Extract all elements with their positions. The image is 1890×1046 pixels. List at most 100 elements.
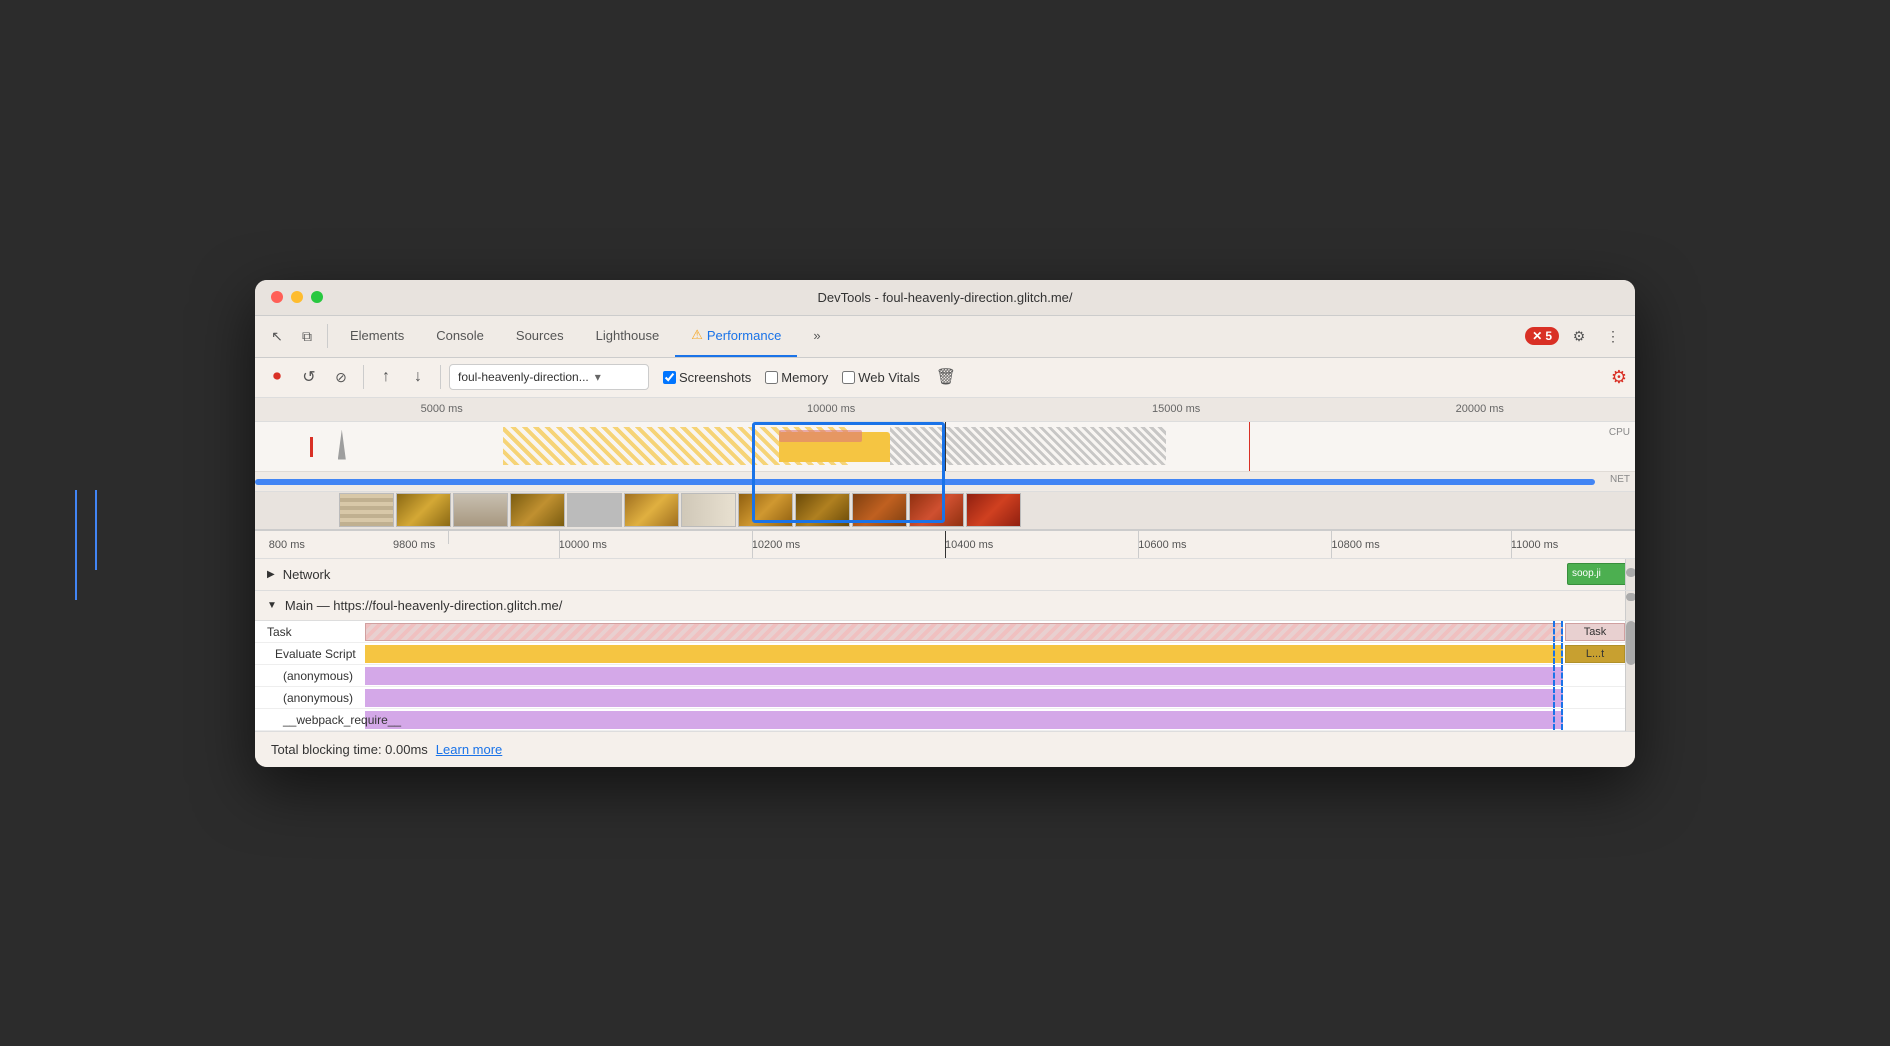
reload-record-button[interactable]: ↺ bbox=[295, 363, 323, 391]
network-bar-item: soop.ji bbox=[1567, 563, 1627, 585]
download-button[interactable]: ↓ bbox=[404, 363, 432, 391]
zoomed-ruler: 800 ms 9800 ms 10000 ms 10200 ms 10400 m… bbox=[255, 531, 1635, 559]
error-x-icon: ✕ bbox=[1532, 329, 1542, 343]
cpu-label: CPU bbox=[1609, 427, 1630, 438]
network-label: Network bbox=[283, 567, 331, 582]
cpu-hatch-2 bbox=[890, 427, 1166, 465]
web-vitals-label[interactable]: Web Vitals bbox=[858, 370, 920, 385]
webpack-label: __webpack_require__ bbox=[283, 713, 401, 727]
task-bar bbox=[365, 623, 1563, 641]
timeline-header: 5000 ms 10000 ms 15000 ms 20000 ms bbox=[255, 398, 1635, 422]
net-label: NET bbox=[1610, 474, 1630, 485]
main-section-label: Main — https://foul-heavenly-direction.g… bbox=[285, 598, 562, 613]
ruler-mark-10800: 10800 ms bbox=[1331, 539, 1379, 551]
web-vitals-checkbox[interactable] bbox=[842, 371, 855, 384]
screenshot-8 bbox=[738, 493, 793, 527]
cpu-track: CPU bbox=[255, 422, 1635, 472]
dashed-line-10 bbox=[1553, 709, 1555, 730]
anon1-bar bbox=[365, 667, 1563, 685]
toolbar-right: ✕ 5 ⚙ ⋮ bbox=[1525, 322, 1627, 350]
learn-more-link[interactable]: Learn more bbox=[436, 742, 502, 757]
tab-elements[interactable]: Elements bbox=[334, 316, 420, 357]
tab-more[interactable]: » bbox=[797, 316, 836, 357]
chevron-down-icon[interactable]: ▾ bbox=[595, 370, 601, 384]
ruler-mark-10200: 10200 ms bbox=[752, 539, 800, 551]
webpack-bar bbox=[365, 711, 1563, 729]
main-section-header[interactable]: ▼ Main — https://foul-heavenly-direction… bbox=[255, 591, 1635, 621]
expand-triangle-icon: ▼ bbox=[267, 600, 277, 611]
scrollbar-thumb-3[interactable] bbox=[1626, 621, 1635, 665]
ruler-mark-10600: 10600 ms bbox=[1138, 539, 1186, 551]
status-bar: Total blocking time: 0.00ms Learn more bbox=[255, 731, 1635, 767]
screenshot-5 bbox=[567, 493, 622, 527]
url-display: foul-heavenly-direction... ▾ bbox=[449, 364, 649, 390]
flame-row-anon2[interactable]: (anonymous) bbox=[255, 687, 1635, 709]
upload-button[interactable]: ↑ bbox=[372, 363, 400, 391]
screenshot-6 bbox=[624, 493, 679, 527]
tab-performance[interactable]: ⚠ Performance bbox=[675, 316, 797, 357]
devtools-window: DevTools - foul-heavenly-direction.glitc… bbox=[255, 280, 1635, 767]
screenshot-9 bbox=[795, 493, 850, 527]
ruler-mark-10400: 10400 ms bbox=[945, 539, 993, 551]
net-bar bbox=[255, 479, 1595, 485]
screenshots-checkbox[interactable] bbox=[663, 371, 676, 384]
screenshot-4 bbox=[510, 493, 565, 527]
more-options-icon[interactable]: ⋮ bbox=[1599, 322, 1627, 350]
screenshots-label[interactable]: Screenshots bbox=[679, 370, 751, 385]
screenshot-10 bbox=[852, 493, 907, 527]
time-mark-10000: 10000 ms bbox=[807, 403, 855, 415]
flame-row-evaluate[interactable]: Evaluate Script L...t bbox=[255, 643, 1635, 665]
record-button[interactable]: ⏺ bbox=[263, 363, 291, 391]
close-button[interactable] bbox=[271, 291, 283, 303]
network-section-header[interactable]: ▶ Network soop.ji bbox=[255, 559, 1635, 591]
dashed-line-3 bbox=[1561, 643, 1563, 664]
titlebar: DevTools - foul-heavenly-direction.glitc… bbox=[255, 280, 1635, 316]
flame-row-anon1[interactable]: (anonymous) bbox=[255, 665, 1635, 687]
warning-icon: ⚠ bbox=[691, 327, 703, 343]
screenshots-strip bbox=[255, 492, 1635, 530]
anon2-bar bbox=[365, 689, 1563, 707]
scrollbar-track-2 bbox=[1625, 591, 1635, 620]
trash-icon[interactable]: 🗑 bbox=[932, 363, 960, 391]
flame-row-task[interactable]: Task Task bbox=[255, 621, 1635, 643]
memory-checkbox[interactable] bbox=[765, 371, 778, 384]
ruler-mark-800: 800 ms bbox=[269, 539, 305, 551]
inspect-icon[interactable]: ⧉ bbox=[293, 322, 321, 350]
scrollbar-thumb-1[interactable] bbox=[1626, 568, 1635, 577]
tab-lighthouse[interactable]: Lighthouse bbox=[580, 316, 676, 357]
cursor-icon[interactable]: ↖ bbox=[263, 322, 291, 350]
memory-label[interactable]: Memory bbox=[781, 370, 828, 385]
perf-settings: ⚙ bbox=[1611, 367, 1627, 388]
marker-line-red bbox=[1249, 422, 1251, 471]
task-right-label: Task bbox=[1565, 623, 1625, 641]
screenshot-11 bbox=[909, 493, 964, 527]
tab-sources[interactable]: Sources bbox=[500, 316, 580, 357]
evaluate-script-right: L...t bbox=[1565, 645, 1625, 663]
evaluate-script-label: Evaluate Script bbox=[275, 647, 356, 661]
perf-settings-icon[interactable]: ⚙ bbox=[1611, 367, 1627, 388]
dashed-line-7 bbox=[1561, 687, 1563, 708]
clear-button[interactable]: ⊘ bbox=[327, 363, 355, 391]
ruler-mark-10000: 10000 ms bbox=[559, 539, 607, 551]
perf-toolbar: ⏺ ↺ ⊘ ↑ ↓ foul-heavenly-direction... ▾ S… bbox=[255, 358, 1635, 398]
window-title: DevTools - foul-heavenly-direction.glitc… bbox=[817, 290, 1072, 305]
evaluate-script-bar bbox=[365, 645, 1563, 663]
flame-row-webpack[interactable]: __webpack_require__ bbox=[255, 709, 1635, 731]
divider-3 bbox=[440, 365, 441, 389]
dashed-line-8 bbox=[1553, 687, 1555, 708]
time-mark-20000: 20000 ms bbox=[1456, 403, 1504, 415]
flame-chart: Task Task Evaluate Script L...t (anonymo… bbox=[255, 621, 1635, 731]
tbt-text: Total blocking time: 0.00ms bbox=[271, 742, 428, 757]
task-label-1: Task bbox=[267, 625, 292, 639]
settings-icon[interactable]: ⚙ bbox=[1565, 322, 1593, 350]
screenshot-12 bbox=[966, 493, 1021, 527]
maximize-button[interactable] bbox=[311, 291, 323, 303]
tabs: Elements Console Sources Lighthouse ⚠ Pe… bbox=[334, 316, 1523, 357]
anon2-label: (anonymous) bbox=[283, 691, 353, 705]
error-badge[interactable]: ✕ 5 bbox=[1525, 327, 1559, 345]
tab-console[interactable]: Console bbox=[420, 316, 500, 357]
time-mark-5000: 5000 ms bbox=[421, 403, 463, 415]
scrollbar-track-1 bbox=[1625, 559, 1635, 590]
minimize-button[interactable] bbox=[291, 291, 303, 303]
scrollbar-thumb-2[interactable] bbox=[1626, 593, 1635, 600]
